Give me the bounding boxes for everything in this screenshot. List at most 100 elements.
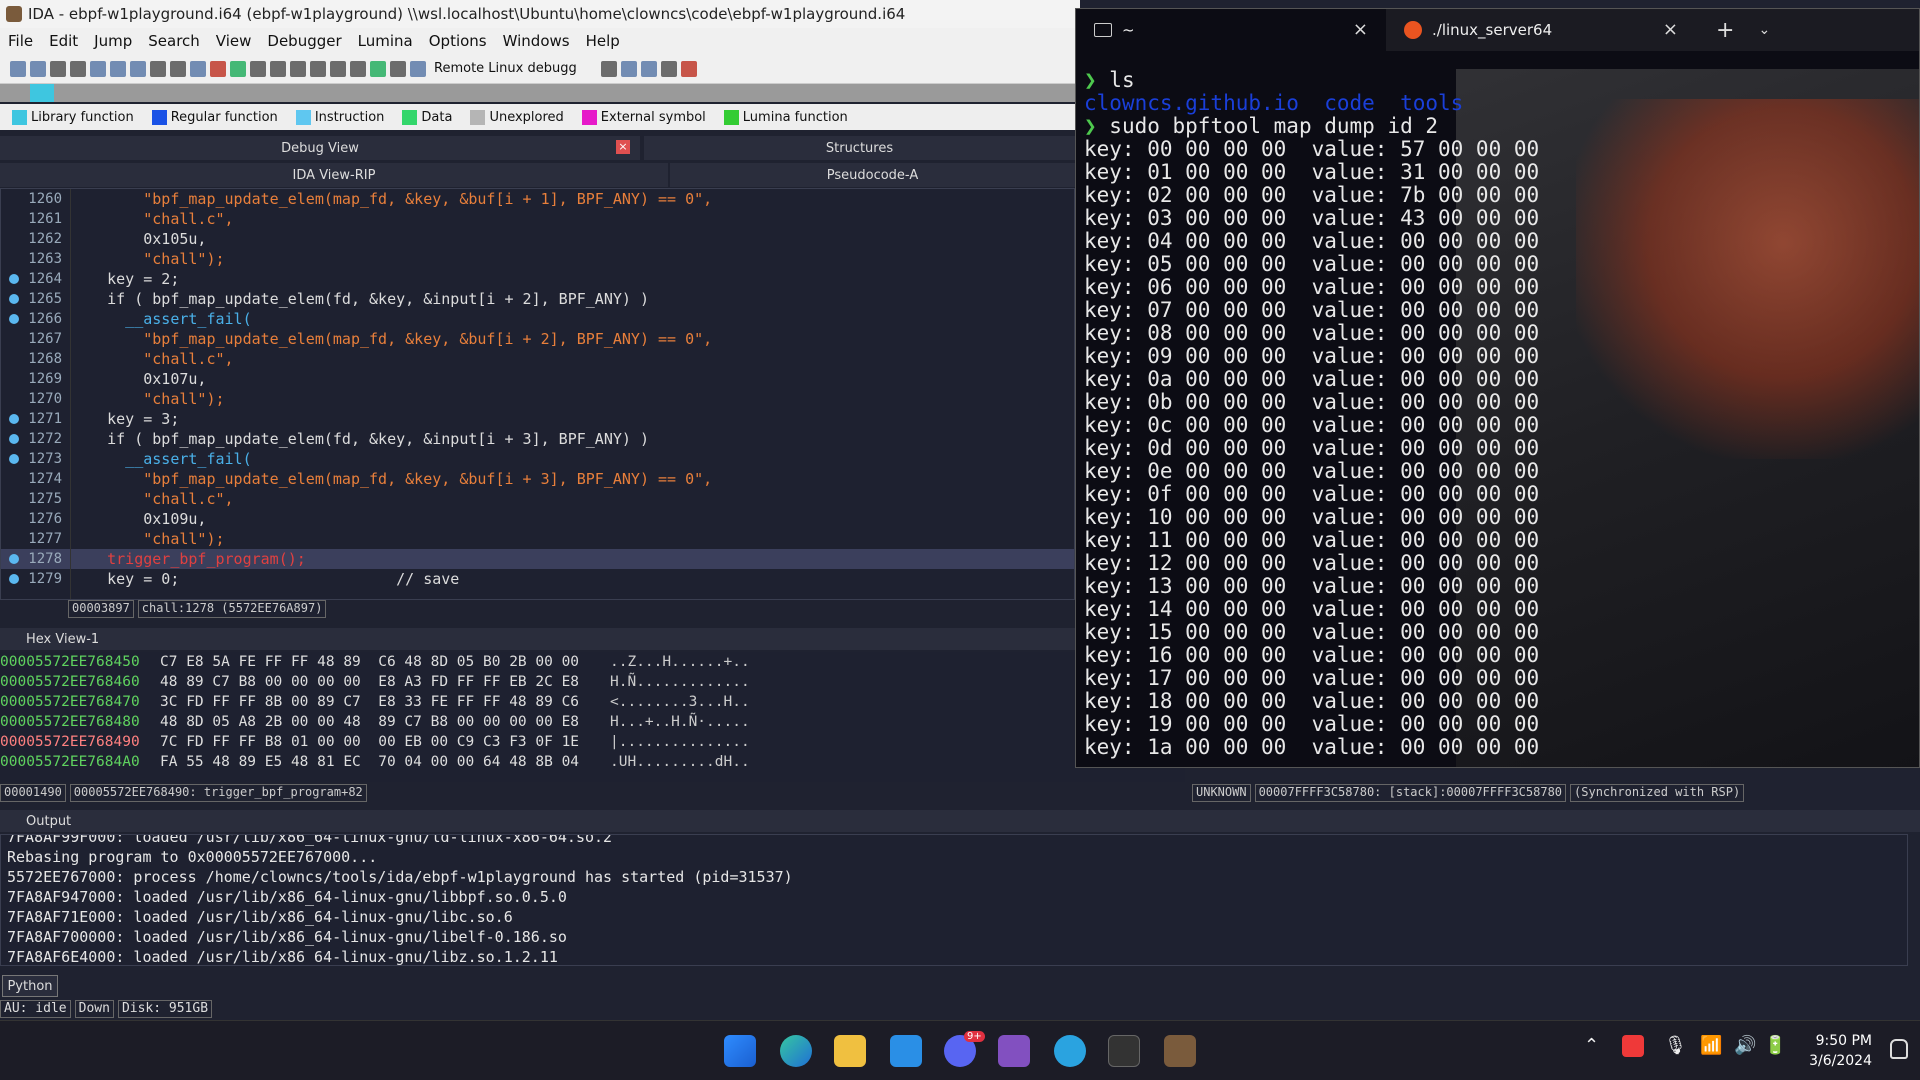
play-icon[interactable] [370, 60, 386, 77]
tab-structures[interactable]: Structures [644, 136, 1075, 160]
microphone-icon[interactable]: 🎙 [1664, 1035, 1687, 1056]
navigation-band[interactable] [0, 84, 1080, 102]
code-line[interactable]: 0x109u, [71, 509, 1074, 529]
segment-icon[interactable] [90, 60, 106, 77]
breakpoint-dot-icon[interactable] [9, 414, 19, 424]
debugger-select[interactable]: Remote Linux debugg [434, 61, 577, 76]
hex-row[interactable]: 00005572EE768470 3C FD FF FF 8B 00 89 C7 … [0, 692, 1185, 712]
code-line-current[interactable]: trigger_bpf_program(); [71, 549, 1074, 569]
chevron-up-icon[interactable]: ⌃ [1584, 1035, 1599, 1056]
close-icon[interactable]: × [616, 140, 630, 154]
chevron-down-icon[interactable]: ⌄ [1758, 22, 1770, 38]
tab-ida-view[interactable]: IDA View-RIP [0, 163, 668, 187]
telegram-icon[interactable] [1054, 1035, 1086, 1067]
code-line[interactable]: __assert_fail( [71, 309, 1074, 329]
record-icon[interactable] [230, 60, 246, 77]
start-icon[interactable] [724, 1035, 756, 1067]
close-tab-icon[interactable]: × [1353, 19, 1368, 40]
run-to-cursor-icon[interactable] [310, 60, 326, 77]
attach-icon[interactable] [600, 60, 617, 77]
step-into-icon[interactable] [250, 60, 266, 77]
code-line[interactable]: "bpf_map_update_elem(map_fd, &key, &buf[… [71, 469, 1074, 489]
menu-windows[interactable]: Windows [495, 32, 578, 50]
line-number[interactable]: 1272 [1, 429, 70, 449]
visual-studio-icon[interactable] [998, 1035, 1030, 1067]
code-line[interactable]: "chall.c", [71, 209, 1074, 229]
terminal-window[interactable]: ~ × ./linux_server64 × + ⌄ ❯ ls clowncs.… [1075, 8, 1920, 768]
breakpoint-dot-icon[interactable] [9, 314, 19, 324]
vscode-icon[interactable] [890, 1035, 922, 1067]
new-tab-icon[interactable]: + [1716, 18, 1734, 43]
stop-icon[interactable] [410, 60, 426, 77]
text-icon[interactable] [190, 60, 206, 77]
menu-edit[interactable]: Edit [41, 32, 86, 50]
edge-icon[interactable] [780, 1035, 812, 1067]
terminal-tab-linux-server[interactable]: ./linux_server64 × [1386, 9, 1696, 51]
terminal-tab-home[interactable]: ~ × [1076, 9, 1386, 51]
code-line[interactable]: if ( bpf_map_update_elem(fd, &key, &inpu… [71, 429, 1074, 449]
file-explorer-icon[interactable] [834, 1035, 866, 1067]
wifi-icon[interactable]: 📶 [1700, 1035, 1722, 1056]
code-icon[interactable] [150, 60, 166, 77]
open-icon[interactable] [10, 60, 26, 77]
code-line[interactable]: "chall"); [71, 529, 1074, 549]
code-line[interactable]: key = 3; [71, 409, 1074, 429]
menu-jump[interactable]: Jump [86, 32, 140, 50]
line-number[interactable]: 1264 [1, 269, 70, 289]
code-area[interactable]: "bpf_map_update_elem(map_fd, &key, &buf[… [71, 189, 1074, 599]
data-icon[interactable] [170, 60, 186, 77]
sync-icon[interactable] [620, 60, 637, 77]
line-number[interactable]: 1266 [1, 309, 70, 329]
pause-icon[interactable] [390, 60, 406, 77]
tab-debug-view[interactable]: Debug View × [0, 136, 640, 160]
notification-bell-icon[interactable] [1890, 1039, 1908, 1059]
tree-icon[interactable] [660, 60, 677, 77]
save-icon[interactable] [30, 60, 46, 77]
code-line[interactable]: "chall.c", [71, 489, 1074, 509]
line-number-current[interactable]: 1278 [1, 549, 70, 569]
step-over-icon[interactable] [270, 60, 286, 77]
menu-file[interactable]: File [0, 32, 41, 50]
code-line[interactable]: "chall"); [71, 249, 1074, 269]
code-line[interactable]: "chall"); [71, 389, 1074, 409]
tab-output[interactable]: Output [0, 810, 1920, 832]
hex-row-current[interactable]: 00005572EE768490 7C FD FF FF B8 01 00 00 … [0, 732, 1185, 752]
pseudocode-view[interactable]: 1260 1261 1262 1263 1264 1265 1266 1267 … [0, 188, 1075, 600]
close-tab-icon[interactable]: × [1663, 19, 1678, 40]
menu-debugger[interactable]: Debugger [259, 32, 349, 50]
tab-hex-view[interactable]: Hex View-1 [0, 628, 1075, 650]
enum-icon[interactable] [130, 60, 146, 77]
graph-icon[interactable] [640, 60, 657, 77]
output-window[interactable]: 7FA8AF99F000: loaded /usr/lib/x86_64-lin… [0, 834, 1908, 966]
code-line[interactable]: key = 0; // save [71, 569, 1074, 589]
battery-icon[interactable]: 🔋 [1764, 1035, 1786, 1056]
breakpoint-dot-icon[interactable] [9, 294, 19, 304]
breakpoint-dot-icon[interactable] [9, 554, 19, 564]
struct-icon[interactable] [110, 60, 126, 77]
flag-icon[interactable] [680, 60, 697, 77]
line-number[interactable]: 1265 [1, 289, 70, 309]
breakpoint-dot-icon[interactable] [9, 454, 19, 464]
line-number[interactable]: 1279 [1, 569, 70, 589]
code-line[interactable]: if ( bpf_map_update_elem(fd, &key, &inpu… [71, 289, 1074, 309]
terminal-taskbar-icon[interactable] [1108, 1035, 1140, 1067]
breakpoint-dot-icon[interactable] [9, 274, 19, 284]
ida-taskbar-icon[interactable] [1164, 1035, 1196, 1067]
code-line[interactable]: 0x105u, [71, 229, 1074, 249]
breakpoint-dot-icon[interactable] [9, 434, 19, 444]
hex-view[interactable]: 00005572EE768450 C7 E8 5A FE FF FF 48 89 … [0, 652, 1185, 782]
code-line[interactable]: 0x107u, [71, 369, 1074, 389]
hex-row[interactable]: 00005572EE768450 C7 E8 5A FE FF FF 48 89 … [0, 652, 1185, 672]
code-line[interactable]: __assert_fail( [71, 449, 1074, 469]
clock[interactable]: 9:50 PM 3/6/2024 [1809, 1031, 1872, 1071]
step-out-icon[interactable] [290, 60, 306, 77]
back-icon[interactable] [50, 60, 66, 77]
breakpoint-dot-icon[interactable] [9, 574, 19, 584]
alert-icon[interactable] [210, 60, 226, 77]
terminal-output[interactable]: ❯ ls clowncs.github.io code tools ❯ sudo… [1084, 69, 1539, 759]
hex-row[interactable]: 00005572EE7684A0 FA 55 48 89 E5 48 81 EC … [0, 752, 1185, 772]
breakpoint-icon[interactable] [330, 60, 346, 77]
hex-row[interactable]: 00005572EE768480 48 8D 05 A8 2B 00 00 48 … [0, 712, 1185, 732]
volume-icon[interactable]: 🔊 [1734, 1035, 1756, 1056]
code-line[interactable]: "bpf_map_update_elem(map_fd, &key, &buf[… [71, 189, 1074, 209]
